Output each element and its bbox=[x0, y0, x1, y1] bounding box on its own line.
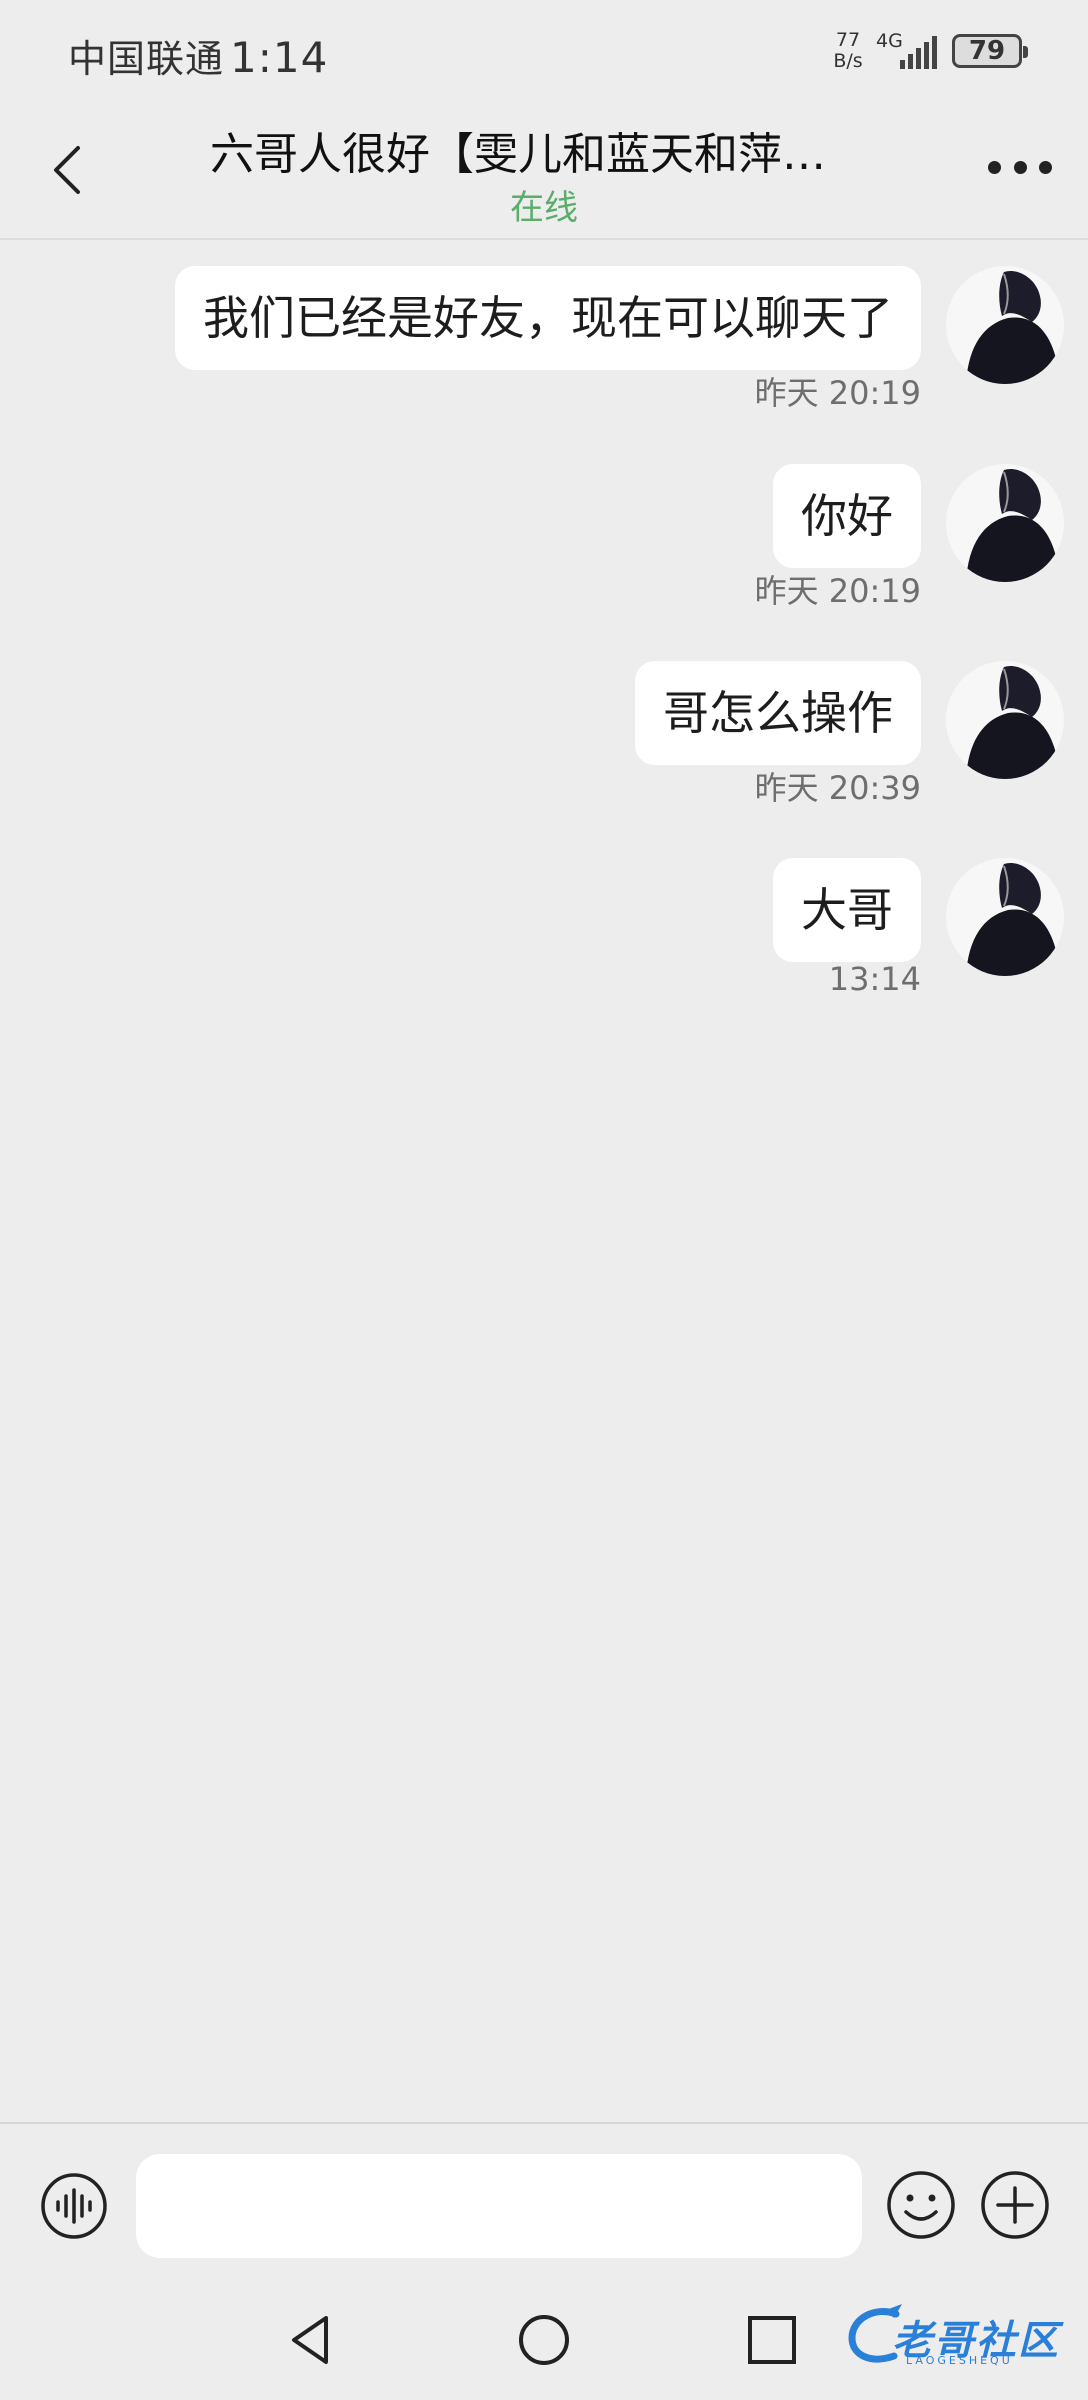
network-speed-unit: B/s bbox=[833, 50, 863, 72]
voice-wave-icon[interactable] bbox=[40, 2172, 108, 2240]
user-avatar-icon bbox=[966, 468, 1060, 582]
ellipsis-icon-dot bbox=[988, 160, 1001, 174]
carrier-and-time: 中国联通 1:14 bbox=[68, 28, 328, 83]
message-item: 大哥 13:14 bbox=[0, 858, 1088, 1018]
message-input[interactable] bbox=[136, 2154, 862, 2258]
message-timestamp: 昨天 20:39 bbox=[754, 769, 921, 807]
message-item: 你好 昨天 20:19 bbox=[0, 464, 1088, 624]
chat-header: 六哥人很好【雯儿和蓝天和萍… 在线 bbox=[0, 100, 1088, 240]
message-timestamp: 13:14 bbox=[828, 960, 921, 998]
carrier-name: 中国联通 bbox=[68, 37, 225, 81]
input-bar bbox=[0, 2122, 1088, 2270]
nav-recent-apps-icon[interactable] bbox=[744, 2312, 800, 2368]
message-bubble[interactable]: 哥怎么操作 bbox=[635, 661, 921, 765]
avatar[interactable] bbox=[946, 858, 1064, 976]
smiley-icon[interactable] bbox=[886, 2170, 956, 2240]
chat-title: 六哥人很好【雯儿和蓝天和萍… bbox=[210, 129, 826, 180]
more-options-button[interactable] bbox=[988, 152, 1052, 182]
watermark-subtext: LAOGESHEQU bbox=[906, 2354, 1013, 2367]
ellipsis-icon-dot bbox=[1039, 160, 1052, 174]
clock: 1:14 bbox=[230, 33, 329, 82]
message-timestamp: 昨天 20:19 bbox=[754, 572, 921, 610]
message-bubble[interactable]: 你好 bbox=[773, 464, 921, 568]
network-speed-value: 77 bbox=[835, 29, 861, 51]
user-avatar-icon bbox=[966, 270, 1060, 384]
signal-strength-icon bbox=[900, 36, 937, 69]
message-bubble[interactable]: 大哥 bbox=[773, 858, 921, 962]
battery-level: 79 bbox=[968, 36, 1006, 66]
online-status: 在线 bbox=[510, 188, 578, 228]
nav-home-icon[interactable] bbox=[514, 2310, 574, 2370]
nav-back-icon[interactable] bbox=[282, 2310, 342, 2370]
battery-icon: 79 bbox=[952, 34, 1028, 68]
message-item: 我们已经是好友，现在可以聊天了 昨天 20:19 bbox=[0, 266, 1088, 426]
network-speed: 77 B/s bbox=[826, 30, 870, 72]
status-bar: 中国联通 1:14 77 B/s 4G 79 bbox=[0, 0, 1088, 100]
plus-circle-icon[interactable] bbox=[980, 2170, 1050, 2240]
user-avatar-icon bbox=[966, 862, 1060, 976]
avatar[interactable] bbox=[946, 266, 1064, 384]
watermark-logo: 老哥社区 LAOGESHEQU bbox=[846, 2300, 1076, 2370]
message-timestamp: 昨天 20:19 bbox=[754, 374, 921, 412]
message-item: 哥怎么操作 昨天 20:39 bbox=[0, 661, 1088, 821]
avatar[interactable] bbox=[946, 464, 1064, 582]
message-bubble[interactable]: 我们已经是好友，现在可以聊天了 bbox=[175, 266, 921, 370]
avatar[interactable] bbox=[946, 661, 1064, 779]
user-avatar-icon bbox=[966, 665, 1060, 779]
ellipsis-icon-dot bbox=[1013, 160, 1027, 174]
